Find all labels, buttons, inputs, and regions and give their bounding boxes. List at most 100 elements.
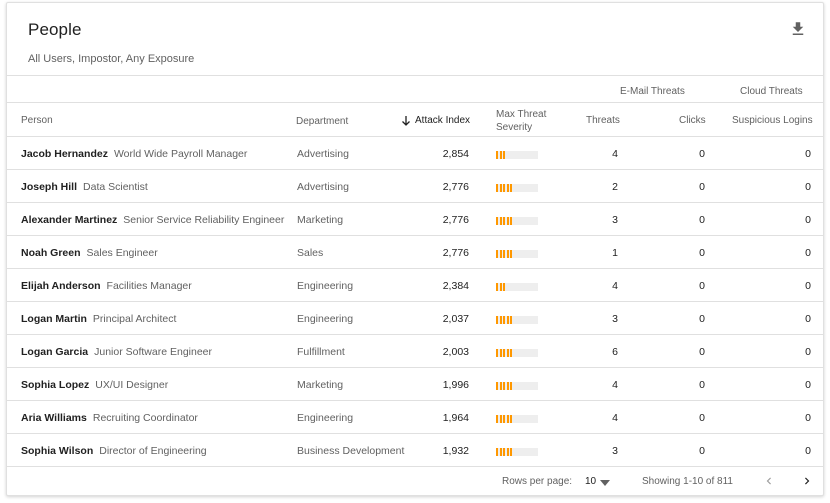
chevron-right-icon[interactable] [800,474,814,488]
table-row[interactable]: Sophia Wilson Director of Engineering Busi… [7,434,823,467]
person-role: Data Scientist [83,181,148,193]
threats-cell: 6 [612,346,618,358]
table-row[interactable]: Noah Green Sales Engineer Sales 2,776 1 0 0 [7,236,823,269]
person-cell[interactable]: Logan Garcia Junior Software Engineer [21,346,212,358]
person-name[interactable]: Elijah Anderson [21,280,101,292]
person-cell[interactable]: Joseph Hill Data Scientist [21,181,148,193]
person-name[interactable]: Alexander Martinez [21,214,117,226]
column-header-threats[interactable]: Threats [586,115,620,126]
chevron-left-icon[interactable] [762,474,776,488]
severity-bar [496,283,538,291]
threats-cell: 4 [612,412,618,424]
suspicious-logins-cell: 0 [805,445,811,457]
suspicious-logins-cell: 0 [805,346,811,358]
column-header-person[interactable]: Person [21,115,53,126]
severity-segment [506,415,509,423]
severity-bar [496,250,538,258]
person-cell[interactable]: Sophia Lopez UX/UI Designer [21,379,168,391]
severity-segment [499,382,502,390]
suspicious-logins-cell: 0 [805,412,811,424]
clicks-cell: 0 [699,181,705,193]
row-divider [7,466,823,467]
table-row[interactable]: Logan Garcia Junior Software Engineer Fulf… [7,335,823,368]
person-cell[interactable]: Noah Green Sales Engineer [21,247,158,259]
severity-segment [496,448,498,456]
column-header-attack-index[interactable]: Attack Index [415,115,470,126]
caret-down-icon[interactable] [600,480,610,486]
severity-segment [496,382,498,390]
attack-index-cell: 2,776 [442,214,469,226]
severity-segment [499,217,502,225]
threats-cell: 2 [612,181,618,193]
divider [7,102,823,103]
suspicious-logins-cell: 0 [805,247,811,259]
person-name[interactable]: Noah Green [21,247,81,259]
table-row[interactable]: Joseph Hill Data Scientist Advertising 2,77… [7,170,823,203]
column-header-severity[interactable]: Max Threat Severity [496,108,546,134]
arrow-down-icon[interactable] [401,115,411,127]
person-name[interactable]: Logan Garcia [21,346,88,358]
severity-segment [506,250,509,258]
severity-segment [510,415,512,423]
column-header-department[interactable]: Department [296,116,348,127]
person-cell[interactable]: Alexander Martinez Senior Service Reliabi… [21,214,284,226]
clicks-cell: 0 [699,313,705,325]
person-role: Recruiting Coordinator [92,412,198,424]
table-row[interactable]: Aria Williams Recruiting Coordinator Engin… [7,401,823,434]
person-role: World Wide Payroll Manager [113,148,248,160]
table-row[interactable]: Elijah Anderson Facilities Manager Enginee… [7,269,823,302]
department-cell: Advertising [297,181,349,193]
severity-segment [496,283,498,291]
person-name[interactable]: Sophia Lopez [21,379,89,391]
attack-index-cell: 1,932 [442,445,469,457]
threats-cell: 1 [612,247,618,259]
severity-bar [496,151,538,159]
person-role: Sales Engineer [86,247,158,259]
attack-index-cell: 2,384 [442,280,469,292]
severity-bar [496,217,538,225]
person-name[interactable]: Sophia Wilson [21,445,93,457]
person-cell[interactable]: Jacob Hernandez World Wide Payroll Manage… [21,148,247,160]
department-cell: Fulfillment [297,346,345,358]
person-cell[interactable]: Elijah Anderson Facilities Manager [21,280,192,292]
download-icon[interactable] [789,20,807,38]
suspicious-logins-cell: 0 [805,214,811,226]
person-cell[interactable]: Aria Williams Recruiting Coordinator [21,412,198,424]
severity-segment [510,184,512,192]
severity-segment [503,250,505,258]
department-cell: Marketing [297,379,344,391]
suspicious-logins-cell: 0 [805,313,811,325]
severity-bar [496,349,538,357]
person-name[interactable]: Jacob Hernandez [21,148,108,160]
table-row[interactable]: Alexander Martinez Senior Service Reliabi… [7,203,823,236]
threats-cell: 3 [612,214,618,226]
clicks-cell: 0 [699,445,705,457]
person-name[interactable]: Aria Williams [21,412,87,424]
person-name[interactable]: Joseph Hill [21,181,77,193]
table-row[interactable]: Sophia Lopez UX/UI Designer Marketing 1,996… [7,368,823,401]
severity-segment [499,415,502,423]
person-role: Facilities Manager [106,280,192,292]
person-role: Principal Architect [92,313,177,325]
clicks-cell: 0 [699,214,705,226]
table-row[interactable]: Logan Martin Principal Architect Engineeri… [7,302,823,335]
department-cell: Advertising [297,148,349,160]
severity-segment [496,349,498,357]
person-cell[interactable]: Sophia Wilson Director of Engineering [21,445,207,457]
severity-segment [506,184,509,192]
person-name[interactable]: Logan Martin [21,313,87,325]
column-header-clicks[interactable]: Clicks [679,115,706,126]
severity-segment [499,448,502,456]
rows-per-page-select[interactable]: 10 [585,476,596,487]
person-cell[interactable]: Logan Martin Principal Architect [21,313,176,325]
severity-segment [503,184,505,192]
table-row[interactable]: Jacob Hernandez World Wide Payroll Manage… [7,137,823,170]
severity-segment [506,448,509,456]
threats-cell: 3 [612,313,618,325]
department-cell: Marketing [297,214,344,226]
severity-segment [503,217,505,225]
column-header-suspicious-logins[interactable]: Suspicious Logins [732,115,813,126]
attack-index-cell: 2,776 [442,181,469,193]
severity-segment [510,382,512,390]
severity-segment [499,151,502,159]
